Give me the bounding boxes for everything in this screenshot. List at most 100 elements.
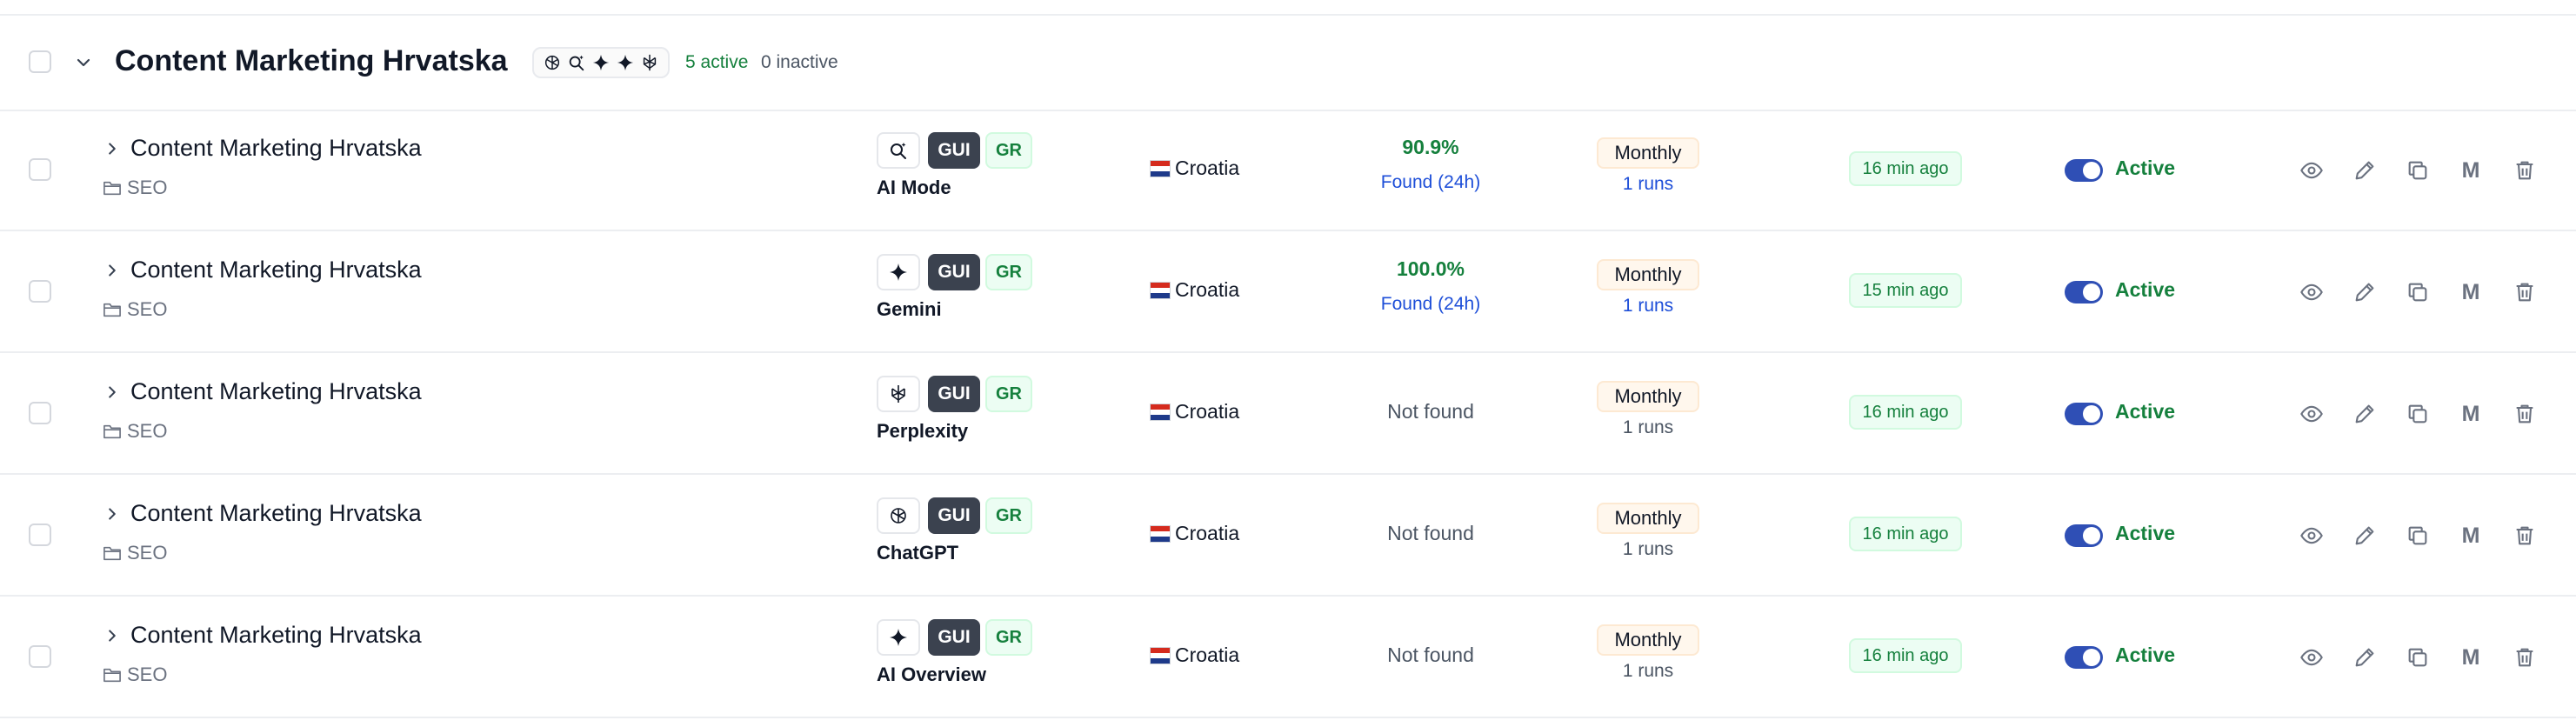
country-label: Croatia bbox=[1175, 522, 1240, 544]
folder-icon bbox=[103, 303, 121, 317]
view-icon[interactable] bbox=[2299, 645, 2324, 670]
croatia-flag-icon bbox=[1150, 647, 1171, 664]
folder-icon bbox=[103, 546, 121, 561]
group-title: Content Marketing Hrvatska bbox=[115, 44, 508, 77]
active-toggle[interactable] bbox=[2065, 646, 2103, 669]
frequency-badge: Monthly bbox=[1597, 624, 1699, 656]
view-icon[interactable] bbox=[2299, 524, 2324, 548]
m-button[interactable]: M bbox=[2459, 524, 2483, 548]
group-select-checkbox[interactable] bbox=[29, 50, 51, 73]
last-run-badge: 16 min ago bbox=[1849, 517, 1962, 551]
table-row: Content Marketing Hrvatska SEO GUI GR Ch… bbox=[0, 475, 2576, 597]
gr-badge: GR bbox=[985, 497, 1032, 534]
m-button[interactable]: M bbox=[2459, 158, 2483, 183]
frequency-badge: Monthly bbox=[1597, 137, 1699, 169]
gui-badge: GUI bbox=[928, 376, 980, 412]
edit-icon[interactable] bbox=[2352, 645, 2377, 670]
gr-badge: GR bbox=[985, 619, 1032, 656]
row-select-checkbox[interactable] bbox=[29, 645, 51, 668]
view-icon[interactable] bbox=[2299, 158, 2324, 183]
sparkle-icon bbox=[592, 54, 610, 71]
found-link[interactable]: Found (24h) bbox=[1357, 292, 1505, 317]
table-row: Content Marketing Hrvatska SEO GUI GR AI… bbox=[0, 597, 2576, 718]
runs-count[interactable]: 1 runs bbox=[1597, 294, 1699, 318]
visibility-percent: 100.0% bbox=[1396, 257, 1465, 280]
sparkle-icon bbox=[617, 54, 634, 71]
chevron-down-icon[interactable] bbox=[73, 52, 94, 73]
m-button[interactable]: M bbox=[2459, 645, 2483, 670]
gr-badge: GR bbox=[985, 132, 1032, 169]
row-select-checkbox[interactable] bbox=[29, 280, 51, 303]
engine-name: AI Mode bbox=[877, 177, 951, 198]
ai-mode-icon bbox=[569, 55, 584, 71]
folder-label: SEO bbox=[127, 542, 168, 564]
frequency-badge: Monthly bbox=[1597, 259, 1699, 290]
row-select-checkbox[interactable] bbox=[29, 524, 51, 546]
folder-icon bbox=[103, 424, 121, 439]
table-row: Content Marketing Hrvatska SEO GUI GR Pe… bbox=[0, 353, 2576, 475]
view-icon[interactable] bbox=[2299, 402, 2324, 426]
copy-icon[interactable] bbox=[2406, 402, 2430, 426]
visibility-status: Not found bbox=[1387, 400, 1474, 423]
chatgpt-icon bbox=[877, 497, 920, 534]
row-select-checkbox[interactable] bbox=[29, 402, 51, 424]
keyword-title[interactable]: Content Marketing Hrvatska bbox=[130, 132, 422, 163]
country-label: Croatia bbox=[1175, 644, 1240, 666]
m-button[interactable]: M bbox=[2459, 280, 2483, 304]
m-button[interactable]: M bbox=[2459, 402, 2483, 426]
copy-icon[interactable] bbox=[2406, 158, 2430, 183]
gui-badge: GUI bbox=[928, 497, 980, 534]
view-icon[interactable] bbox=[2299, 280, 2324, 304]
gui-badge: GUI bbox=[928, 254, 980, 290]
frequency-badge: Monthly bbox=[1597, 503, 1699, 534]
chevron-right-icon[interactable] bbox=[103, 139, 122, 158]
runs-count[interactable]: 1 runs bbox=[1597, 172, 1699, 197]
copy-icon[interactable] bbox=[2406, 524, 2430, 548]
copy-icon[interactable] bbox=[2406, 645, 2430, 670]
engine-name: ChatGPT bbox=[877, 542, 959, 564]
row-select-checkbox[interactable] bbox=[29, 158, 51, 181]
last-run-badge: 16 min ago bbox=[1849, 151, 1962, 186]
keyword-title[interactable]: Content Marketing Hrvatska bbox=[130, 619, 422, 650]
engine-icons-pill bbox=[532, 47, 670, 78]
delete-icon[interactable] bbox=[2513, 158, 2537, 183]
delete-icon[interactable] bbox=[2513, 645, 2537, 670]
keyword-title[interactable]: Content Marketing Hrvatska bbox=[130, 376, 422, 407]
status-label: Active bbox=[2115, 278, 2176, 301]
keyword-title[interactable]: Content Marketing Hrvatska bbox=[130, 254, 422, 285]
status-label: Active bbox=[2115, 522, 2176, 544]
active-toggle[interactable] bbox=[2065, 403, 2103, 425]
chevron-right-icon[interactable] bbox=[103, 261, 122, 280]
sparkle-icon bbox=[877, 619, 920, 656]
delete-icon[interactable] bbox=[2513, 280, 2537, 304]
croatia-flag-icon bbox=[1150, 404, 1171, 421]
country-label: Croatia bbox=[1175, 278, 1240, 301]
edit-icon[interactable] bbox=[2352, 402, 2377, 426]
gr-badge: GR bbox=[985, 254, 1032, 290]
chevron-right-icon[interactable] bbox=[103, 383, 122, 402]
table-row: Content Marketing Hrvatska SEO GUI GR AI… bbox=[0, 110, 2576, 231]
croatia-flag-icon bbox=[1150, 160, 1171, 177]
chevron-right-icon[interactable] bbox=[103, 504, 122, 524]
engine-name: Perplexity bbox=[877, 420, 969, 442]
group-header: Content Marketing Hrvatska 5 active 0 in… bbox=[0, 16, 2576, 111]
found-link[interactable]: Found (24h) bbox=[1357, 170, 1505, 195]
active-toggle[interactable] bbox=[2065, 159, 2103, 182]
chevron-right-icon[interactable] bbox=[103, 626, 122, 645]
edit-icon[interactable] bbox=[2352, 158, 2377, 183]
gui-badge: GUI bbox=[928, 619, 980, 656]
folder-label: SEO bbox=[127, 664, 168, 685]
copy-icon[interactable] bbox=[2406, 280, 2430, 304]
active-toggle[interactable] bbox=[2065, 524, 2103, 547]
edit-icon[interactable] bbox=[2352, 280, 2377, 304]
country-label: Croatia bbox=[1175, 400, 1240, 423]
delete-icon[interactable] bbox=[2513, 524, 2537, 548]
edit-icon[interactable] bbox=[2352, 524, 2377, 548]
engine-name: Gemini bbox=[877, 298, 942, 320]
active-toggle[interactable] bbox=[2065, 281, 2103, 303]
folder-icon bbox=[103, 181, 121, 196]
keyword-title[interactable]: Content Marketing Hrvatska bbox=[130, 497, 422, 529]
folder-icon bbox=[103, 668, 121, 683]
last-run-badge: 16 min ago bbox=[1849, 638, 1962, 673]
delete-icon[interactable] bbox=[2513, 402, 2537, 426]
